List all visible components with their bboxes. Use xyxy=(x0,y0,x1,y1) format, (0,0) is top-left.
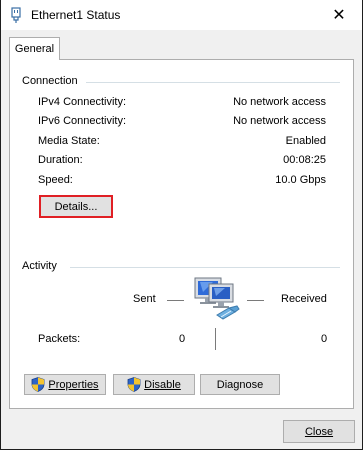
uac-shield-icon xyxy=(32,377,45,392)
ipv4-value: No network access xyxy=(233,96,326,108)
media-state-label: Media State: xyxy=(38,135,100,147)
details-button-label: Details... xyxy=(54,200,98,213)
title-bar: Ethernet1 Status ✕ xyxy=(1,0,362,30)
ipv6-label: IPv6 Connectivity: xyxy=(38,115,127,127)
details-button[interactable]: Details... xyxy=(39,195,113,218)
diagnose-button-label: Diagnose xyxy=(216,378,264,391)
general-panel: Connection IPv4 Connectivity: No network… xyxy=(9,59,354,409)
packets-divider xyxy=(215,328,216,350)
disable-button-label: Disable xyxy=(144,378,181,391)
speed-value: 10.0 Gbps xyxy=(275,174,326,186)
sent-label: Sent xyxy=(133,293,156,305)
speed-label: Speed: xyxy=(38,174,73,186)
connection-group-label: Connection xyxy=(22,75,82,87)
media-state-value: Enabled xyxy=(285,135,326,147)
close-button[interactable]: Close xyxy=(283,420,355,443)
close-icon[interactable]: ✕ xyxy=(316,0,362,30)
received-label: Received xyxy=(281,293,327,305)
duration-value: 00:08:25 xyxy=(283,154,326,166)
diagnose-button[interactable]: Diagnose xyxy=(200,374,280,395)
packets-sent-value: 0 xyxy=(179,333,186,345)
properties-button[interactable]: Properties xyxy=(24,374,106,395)
duration-label: Duration: xyxy=(38,154,83,166)
properties-button-label: Properties xyxy=(48,378,99,391)
connection-divider xyxy=(86,82,340,83)
network-computer-icon xyxy=(194,277,240,320)
uac-shield-icon xyxy=(127,377,141,392)
ipv4-label: IPv4 Connectivity: xyxy=(38,96,127,108)
ipv6-value: No network access xyxy=(233,115,326,127)
received-line xyxy=(247,300,264,301)
status-dialog: Ethernet1 Status ✕ General Connection IP… xyxy=(0,0,363,450)
sent-line xyxy=(167,300,184,301)
window-title: Ethernet1 Status xyxy=(31,8,121,22)
tab-general[interactable]: General xyxy=(9,37,60,60)
packets-label: Packets: xyxy=(38,333,81,345)
close-button-label: Close xyxy=(304,425,334,438)
packets-received-value: 0 xyxy=(321,333,328,345)
activity-group-label: Activity xyxy=(22,260,61,272)
ethernet-plug-icon xyxy=(11,7,21,23)
disable-button[interactable]: Disable xyxy=(113,374,195,395)
activity-divider xyxy=(70,267,340,268)
